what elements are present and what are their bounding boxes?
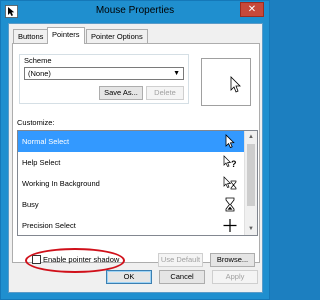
title-bar[interactable]: Mouse Properties ✕ xyxy=(1,1,269,22)
scrollbar-thumb[interactable] xyxy=(247,144,255,206)
tab-pointers[interactable]: Pointers xyxy=(47,27,85,44)
close-icon: ✕ xyxy=(247,4,257,15)
list-item-label: Help Select xyxy=(22,158,61,167)
customize-label: Customize: xyxy=(17,118,55,127)
dialog-body: Buttons Pointers Pointer Options Scheme … xyxy=(8,23,263,293)
scheme-group: Scheme (None) ▼ Save As... Delete xyxy=(19,54,189,104)
close-button[interactable]: ✕ xyxy=(240,2,264,17)
list-item-label: Precision Select xyxy=(22,221,76,230)
scheme-label: Scheme xyxy=(24,56,52,65)
list-item-label: Normal Select xyxy=(22,137,70,146)
cursor-preview xyxy=(201,58,251,106)
save-as-button[interactable]: Save As... xyxy=(99,86,143,100)
delete-button[interactable]: Delete xyxy=(146,86,184,100)
list-scrollbar[interactable]: ▲ ▼ xyxy=(244,131,257,235)
scheme-value: (None) xyxy=(28,69,51,78)
help-cursor-icon: ? xyxy=(223,155,237,169)
arrow-cursor-preview-icon xyxy=(230,76,241,93)
scroll-down-icon[interactable]: ▼ xyxy=(245,223,257,235)
arrow-cursor-icon xyxy=(225,134,235,149)
tab-buttons[interactable]: Buttons xyxy=(13,29,49,43)
ok-button[interactable]: OK xyxy=(106,270,152,284)
tab-pointer-options[interactable]: Pointer Options xyxy=(86,29,148,43)
apply-button[interactable]: Apply xyxy=(212,270,258,284)
cancel-button[interactable]: Cancel xyxy=(159,270,205,284)
working-cursor-icon xyxy=(223,176,237,190)
busy-cursor-icon xyxy=(225,197,235,212)
browse-button[interactable]: Browse... xyxy=(210,253,255,267)
scroll-up-icon[interactable]: ▲ xyxy=(245,131,257,143)
list-item-busy[interactable]: Busy xyxy=(18,194,244,215)
svg-text:?: ? xyxy=(231,159,237,169)
list-item-normal-select[interactable]: Normal Select xyxy=(18,131,244,152)
mouse-properties-window: Mouse Properties ✕ Buttons Pointers Poin… xyxy=(0,0,270,300)
window-title: Mouse Properties xyxy=(95,5,175,16)
list-item-working-in-background[interactable]: Working In Background xyxy=(18,173,244,194)
list-item-precision-select[interactable]: Precision Select xyxy=(18,215,244,235)
chevron-down-icon: ▼ xyxy=(173,70,180,77)
use-default-button[interactable]: Use Default xyxy=(158,253,203,267)
pointers-panel: Scheme (None) ▼ Save As... Delete Custom… xyxy=(12,43,260,273)
cursor-list[interactable]: Normal Select Help Select ? Working In B… xyxy=(17,130,258,236)
crosshair-cursor-icon xyxy=(223,219,237,232)
list-item-help-select[interactable]: Help Select ? xyxy=(18,152,244,173)
scheme-dropdown[interactable]: (None) ▼ xyxy=(24,67,184,80)
list-item-label: Working In Background xyxy=(22,179,100,188)
list-item-label: Busy xyxy=(22,200,39,209)
